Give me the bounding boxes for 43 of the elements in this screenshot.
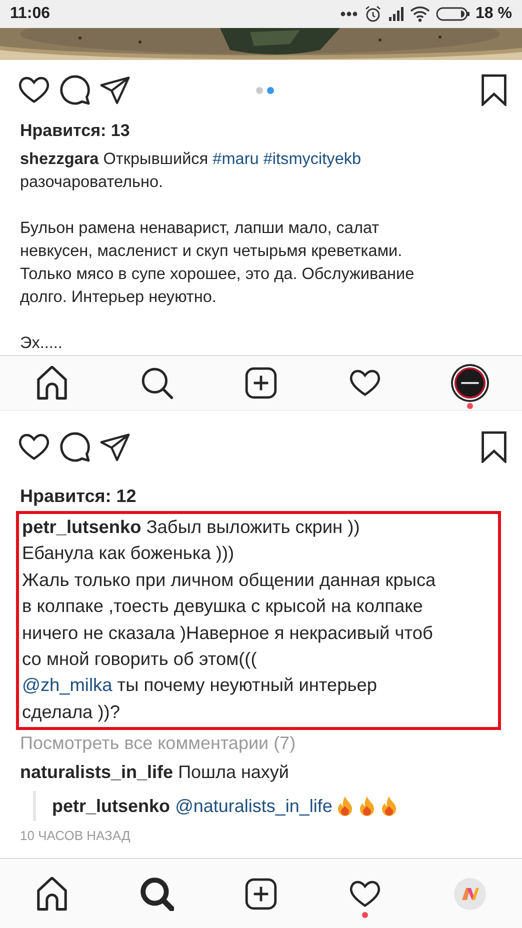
alarm-icon xyxy=(364,5,382,23)
search-icon[interactable] xyxy=(140,876,174,910)
username-link[interactable]: petr_lutsenko xyxy=(52,796,170,816)
send-icon[interactable] xyxy=(100,75,130,105)
caption-text: Бульон рамена ненаварист, лапши мало, салат невкусен, масленист и скуп четырьмя креветками. Только мясо в супе хорошее, это да. Обслуживание долго. Интерьер неуютно. xyxy=(19,218,416,308)
mention-link[interactable]: @naturalists_in_life xyxy=(175,796,332,816)
comment-icon[interactable] xyxy=(60,75,90,105)
comment-icon[interactable] xyxy=(60,432,90,462)
profile-avatar[interactable] xyxy=(450,363,490,403)
status-time: 11:06 xyxy=(10,5,50,23)
heart-icon[interactable] xyxy=(349,878,382,908)
username-link[interactable]: shezzgara xyxy=(20,150,99,168)
heart-icon[interactable] xyxy=(18,432,50,462)
search-icon[interactable] xyxy=(140,366,174,400)
home-icon[interactable] xyxy=(36,876,68,910)
fire-icon xyxy=(358,795,376,818)
home-icon[interactable] xyxy=(36,366,68,400)
add-post-icon[interactable] xyxy=(245,878,278,910)
signal-icon xyxy=(388,7,404,21)
caption-text: shezzgara Открывшийся #maru #itsmycityekb разочаровательно. xyxy=(19,149,362,193)
send-icon[interactable] xyxy=(100,432,130,462)
more-notifications-icon xyxy=(340,11,358,17)
post-time: 10 ЧАСОВ НАЗАД xyxy=(19,828,132,844)
battery-icon xyxy=(436,6,470,22)
likes-count: Нравится: 12 xyxy=(19,485,138,507)
username-link[interactable]: naturalists_in_life xyxy=(20,762,174,782)
hashtag-link[interactable]: #itsmycityekb xyxy=(263,150,362,168)
comment-text: petr_lutsenko Забыл выложить скрин )) Ебанула как боженька ))) Жаль только при личном общении данная крыса в колпаке ,тоесть девушка с крысой на колпаке ничего не сказала )Наверное я некрасивый чтоб со мной говорить об этом((( @zh_milka ты почему неуютный интерьер сделала ))? xyxy=(21,516,437,724)
likes-count: Нравится: 13 xyxy=(19,120,131,142)
mention-link[interactable]: @zh_milka xyxy=(22,675,112,696)
bookmark-icon[interactable] xyxy=(480,431,508,463)
fire-icon xyxy=(336,795,354,818)
hashtag-link[interactable]: #maru xyxy=(212,150,259,168)
caption-text: Эх..... xyxy=(19,333,64,354)
heart-icon[interactable] xyxy=(18,75,50,105)
add-post-icon[interactable] xyxy=(245,367,278,399)
comment-text: naturalists_in_life Пошла нахуй xyxy=(20,761,289,784)
bookmark-icon[interactable] xyxy=(480,74,508,106)
username-link[interactable]: petr_lutsenko xyxy=(22,517,142,537)
heart-icon[interactable] xyxy=(349,368,382,398)
wifi-icon xyxy=(410,6,430,22)
battery-percent: 18 % xyxy=(476,5,512,23)
fire-icon xyxy=(380,795,398,818)
